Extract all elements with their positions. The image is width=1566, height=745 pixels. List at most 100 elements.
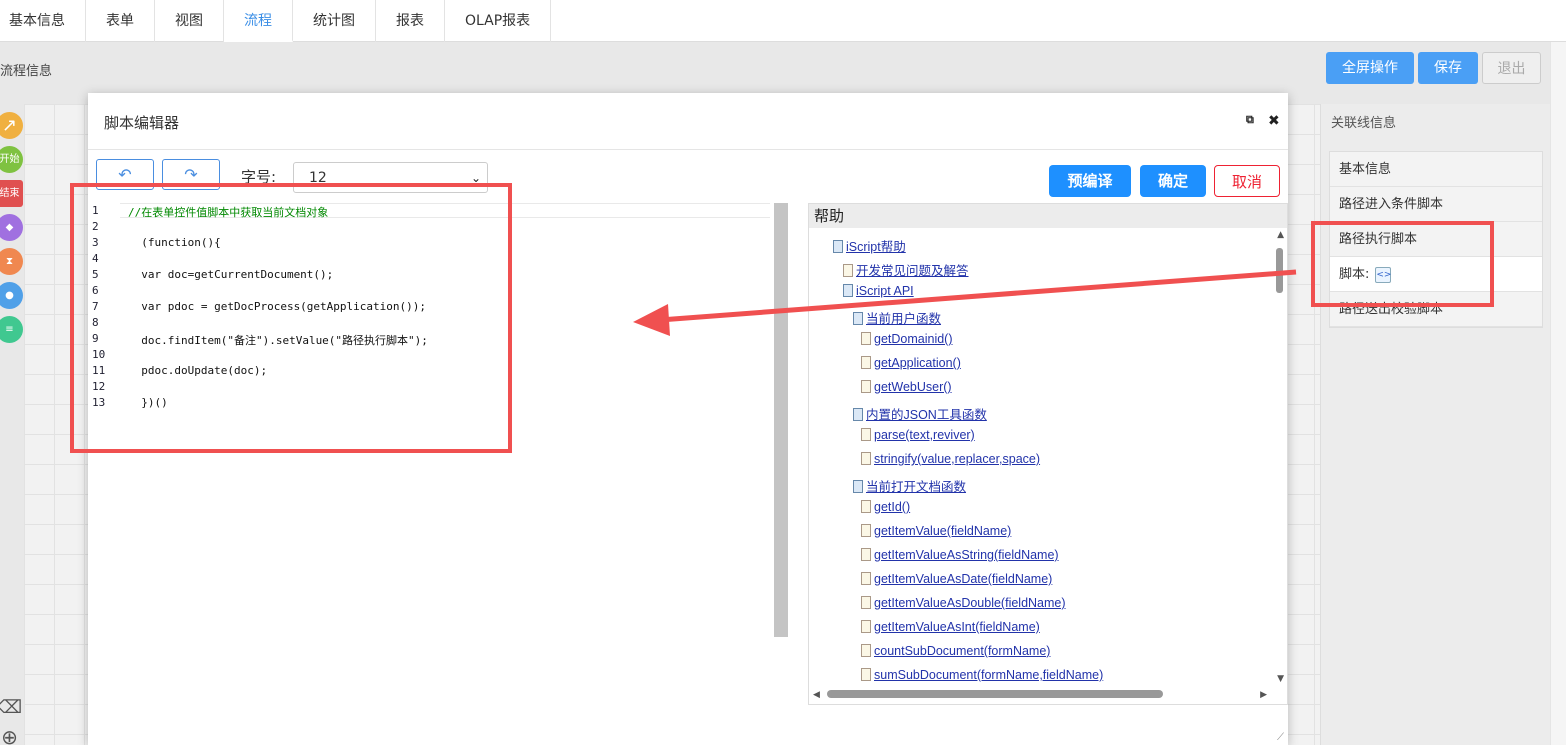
help-item-label: getId() [874, 500, 911, 514]
tab-form[interactable]: 表单 [86, 0, 155, 42]
end-label: 结束 [0, 188, 20, 199]
document-icon [861, 332, 871, 345]
help-item-label: countSubDocument(formName) [874, 644, 1051, 658]
help-item-label: iScript API [856, 284, 914, 298]
help-item-label: 当前打开文档函数 [866, 480, 967, 494]
help-doc-item[interactable]: getWebUser() [861, 380, 952, 394]
dialog-title: 脚本编辑器 [104, 114, 180, 132]
scroll-right-icon[interactable]: ▶ [1260, 690, 1267, 700]
arrow-icon[interactable]: ↗ [0, 112, 23, 139]
node-palette: ↗ 开始 结束 ◆ ⧗ ● ≡ ⌫ ⊕ [0, 104, 24, 745]
help-folder-item[interactable]: iScript帮助 [833, 236, 906, 255]
help-doc-item[interactable]: stringify(value,replacer,space) [861, 452, 1040, 466]
help-item-label: getItemValueAsString(fieldName) [874, 548, 1059, 562]
annotation-box-editor [70, 183, 512, 453]
help-doc-item[interactable]: getItemValueAsDouble(fieldName) [861, 596, 1066, 610]
scroll-left-icon[interactable]: ◀ [813, 690, 820, 700]
help-item-label: getWebUser() [874, 380, 952, 394]
book-icon [833, 240, 843, 253]
help-item-label: 内置的JSON工具函数 [866, 408, 987, 422]
end-node-icon[interactable]: 结束 [0, 180, 23, 207]
help-vertical-scrollbar[interactable] [1276, 248, 1283, 293]
help-item-label: getDomainid() [874, 332, 953, 346]
page-scrollbar[interactable] [1550, 42, 1566, 745]
help-doc-item[interactable]: getApplication() [861, 356, 961, 370]
timer-node-icon[interactable]: ⧗ [0, 248, 23, 275]
help-doc-item[interactable]: getItemValue(fieldName) [861, 524, 1011, 538]
help-item-label: getItemValue(fieldName) [874, 524, 1012, 538]
help-doc-item[interactable]: parse(text,reviver) [861, 428, 975, 442]
help-folder-item[interactable]: 内置的JSON工具函数 [853, 404, 987, 423]
help-doc-item[interactable]: getItemValueAsString(fieldName) [861, 548, 1059, 562]
link-info-panel: 关联线信息 基本信息 路径进入条件脚本 路径执行脚本 脚本: <> 路径送出校验脚… [1320, 104, 1550, 745]
start-node-icon[interactable]: 开始 [0, 146, 23, 173]
help-title: 帮助 [809, 204, 1287, 228]
dialog-header: 脚本编辑器 ⧉ ✖ [88, 93, 1288, 150]
help-folder-item[interactable]: 当前用户函数 [853, 308, 941, 327]
start-label: 开始 [0, 154, 20, 165]
tab-workflow[interactable]: 流程 [224, 0, 293, 42]
help-item-label: getApplication() [874, 356, 961, 370]
editor-scrollbar[interactable] [774, 203, 788, 637]
book-icon [843, 284, 853, 297]
tab-report[interactable]: 报表 [376, 0, 445, 42]
link-info-title: 关联线信息 [1331, 116, 1397, 131]
link-basic-info[interactable]: 基本信息 [1330, 152, 1542, 187]
help-item-label: sumSubDocument(formName,fieldName) [874, 668, 1104, 682]
top-tab-bar: 基本信息 表单 视图 流程 统计图 报表 OLAP报表 [0, 0, 1566, 42]
link-enter-condition-script[interactable]: 路径进入条件脚本 [1330, 187, 1542, 222]
settings-node-icon[interactable]: ≡ [0, 316, 23, 343]
help-folder-item[interactable]: 当前打开文档函数 [853, 476, 966, 495]
help-doc-item[interactable]: getItemValueAsDate(fieldName) [861, 572, 1052, 586]
fullscreen-button[interactable]: 全屏操作 [1326, 52, 1414, 84]
document-icon [861, 596, 871, 609]
save-button[interactable]: 保存 [1418, 52, 1478, 84]
undo-icon: ↶ [118, 165, 132, 184]
help-doc-item[interactable]: 开发常见问题及解答 [843, 260, 969, 279]
help-horizontal-scrollbar[interactable] [827, 690, 1163, 698]
help-item-label: getItemValueAsDouble(fieldName) [874, 596, 1066, 610]
help-doc-item[interactable]: getDomainid() [861, 332, 953, 346]
document-icon [861, 428, 871, 441]
maximize-icon[interactable]: ⧉ [1246, 113, 1254, 127]
cancel-button[interactable]: 取消 [1214, 165, 1280, 197]
scroll-up-icon[interactable]: ▲ [1277, 230, 1284, 240]
help-doc-item[interactable]: countSubDocument(formName) [861, 644, 1050, 658]
document-icon [861, 356, 871, 369]
help-item-label: getItemValueAsInt(fieldName) [874, 620, 1040, 634]
help-item-label: iScript帮助 [846, 240, 906, 254]
precompile-button[interactable]: 预编译 [1049, 165, 1131, 197]
toolbar-title: 流程信息 [0, 64, 53, 79]
eraser-icon[interactable]: ⌫ [0, 694, 23, 721]
confirm-button[interactable]: 确定 [1140, 165, 1206, 197]
document-icon [861, 572, 871, 585]
help-item-label: getItemValueAsDate(fieldName) [874, 572, 1053, 586]
help-doc-item[interactable]: getId() [861, 500, 910, 514]
help-panel: 帮助 iScript帮助开发常见问题及解答 iScript API 当前用户函数 ge… [808, 203, 1288, 705]
help-item-label: 开发常见问题及解答 [856, 264, 969, 278]
exit-button[interactable]: 退出 [1482, 52, 1541, 84]
document-icon [861, 668, 871, 681]
resize-grip-icon[interactable]: ⟋ [1277, 732, 1284, 743]
document-icon [843, 264, 853, 277]
help-doc-item[interactable]: sumSubDocument(formName,fieldName) [861, 668, 1103, 682]
document-icon [861, 524, 871, 537]
decision-node-icon[interactable]: ◆ [0, 214, 23, 241]
tab-chart[interactable]: 统计图 [293, 0, 376, 42]
annotation-box-script [1311, 221, 1494, 307]
help-item-label: 当前用户函数 [866, 312, 942, 326]
document-icon [861, 452, 871, 465]
document-icon [861, 644, 871, 657]
tab-olap-report[interactable]: OLAP报表 [445, 0, 552, 42]
help-doc-item[interactable]: getItemValueAsInt(fieldName) [861, 620, 1040, 634]
scroll-down-icon[interactable]: ▼ [1277, 674, 1284, 684]
close-icon[interactable]: ✖ [1268, 113, 1280, 129]
help-item-label: parse(text,reviver) [874, 428, 975, 442]
tab-basic-info[interactable]: 基本信息 [0, 0, 86, 42]
zoom-in-icon[interactable]: ⊕ [0, 724, 23, 745]
document-icon [861, 548, 871, 561]
user-node-icon[interactable]: ● [0, 282, 23, 309]
tab-view[interactable]: 视图 [155, 0, 224, 42]
help-item-label: stringify(value,replacer,space) [874, 452, 1041, 466]
help-folder-item[interactable]: iScript API [843, 284, 914, 298]
